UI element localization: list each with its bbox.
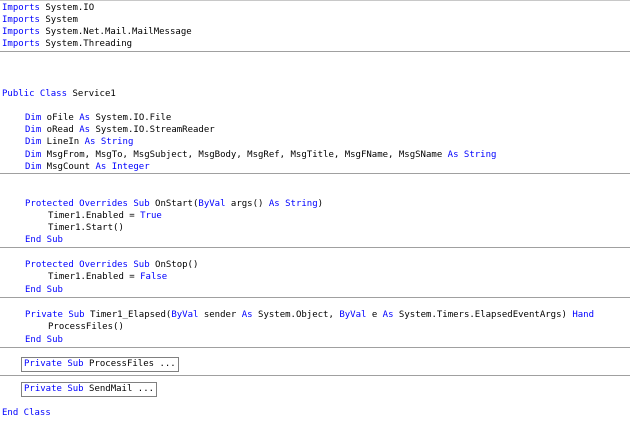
section-separator (0, 347, 630, 348)
code-line-imports-3: Imports System.Net.Mail.MailMessage (2, 27, 192, 37)
collapsed-region-sendmail[interactable]: Private Sub SendMail ... (21, 382, 158, 397)
section-separator (0, 375, 630, 376)
code-line-dim-msg-fields: Dim MsgFrom, MsgTo, MsgSubject, MsgBody,… (25, 150, 497, 160)
collapsed-region-processfiles[interactable]: Private Sub ProcessFiles ... (21, 357, 179, 372)
code-editor[interactable]: Imports System.IO Imports System Imports… (0, 0, 630, 423)
code-line-onstop-end: End Sub (25, 285, 63, 295)
code-line-onstart-enable: Timer1.Enabled = True (48, 211, 162, 221)
section-separator (0, 173, 630, 174)
code-line-elapsed-signature: Private Sub Timer1_Elapsed(ByVal sender … (25, 310, 595, 320)
code-line-dim-ofile: Dim oFile As System.IO.File (25, 113, 172, 123)
code-line-onstop-disable: Timer1.Enabled = False (48, 272, 168, 282)
code-line-onstop-signature: Protected Overrides Sub OnStop() (25, 260, 199, 270)
section-separator (0, 247, 630, 248)
code-line-dim-oread: Dim oRead As System.IO.StreamReader (25, 125, 215, 135)
code-line-onstart-signature: Protected Overrides Sub OnStart(ByVal ar… (25, 199, 324, 209)
code-line-end-class: End Class (2, 408, 51, 418)
code-line-imports-1: Imports System.IO (2, 3, 95, 13)
section-separator (0, 51, 630, 52)
editor-top-border (0, 0, 630, 1)
code-line-imports-4: Imports System.Threading (2, 39, 133, 49)
code-line-elapsed-call: ProcessFiles() (48, 322, 124, 332)
code-line-dim-linein: Dim LineIn As String (25, 137, 134, 147)
code-line-class-declaration: Public Class Service1 (2, 89, 116, 99)
code-line-dim-msgcount: Dim MsgCount As Integer (25, 162, 150, 172)
code-line-onstart-end: End Sub (25, 235, 63, 245)
code-line-onstart-start: Timer1.Start() (48, 223, 124, 233)
section-separator (0, 297, 630, 298)
code-line-imports-2: Imports System (2, 15, 78, 25)
code-line-elapsed-end: End Sub (25, 335, 63, 345)
